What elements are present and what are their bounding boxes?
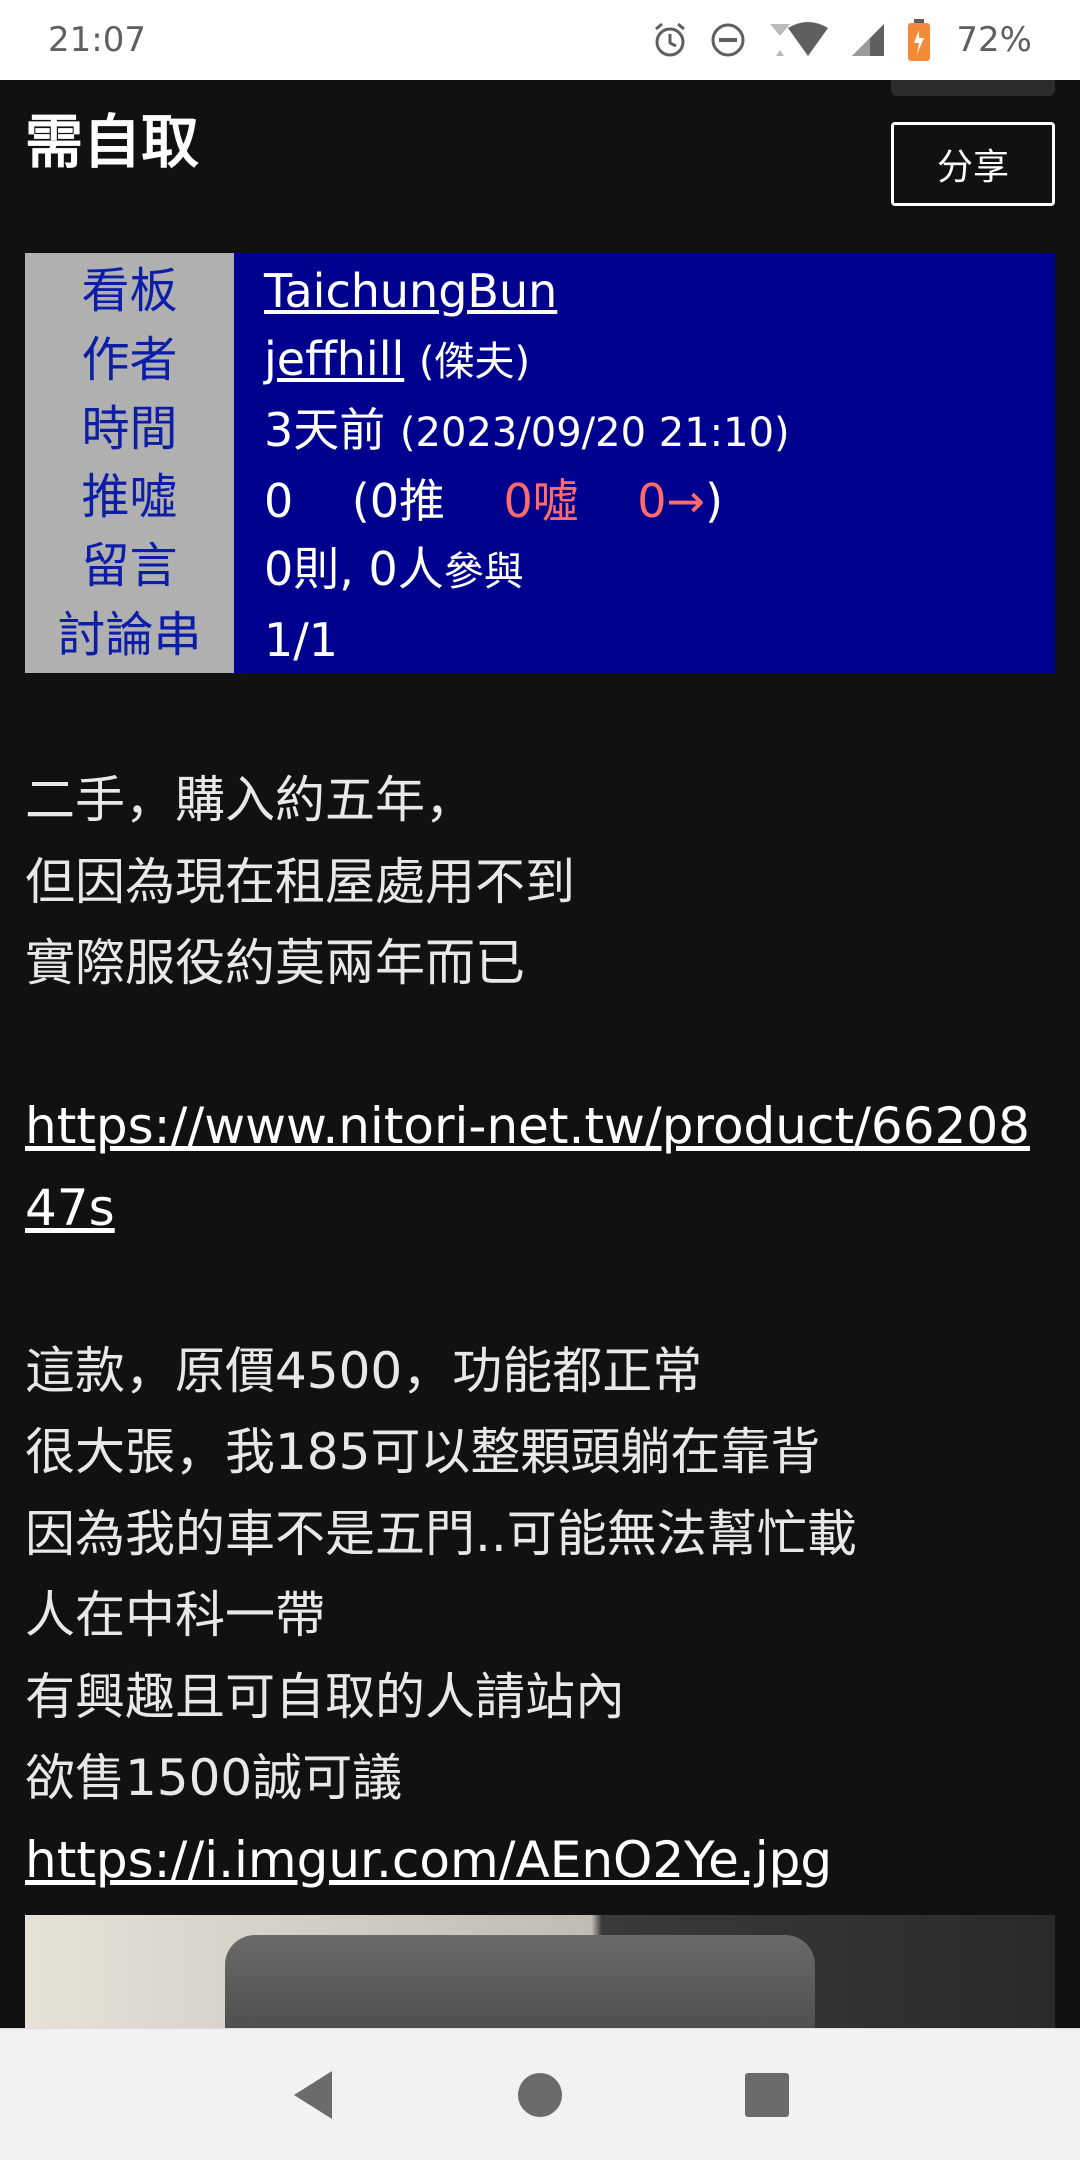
meta-label-time: 時間 (81, 400, 178, 457)
post-line: 實際服役約莫兩年而已 (25, 934, 525, 992)
post-line: 二手，購入約五年， (25, 771, 475, 829)
signal-icon (848, 20, 888, 60)
meta-time: 3天前 (2023/09/20 21:10) (264, 396, 1055, 467)
time-exact: (2023/09/20 21:10) (399, 410, 790, 456)
article-meta-table: 看板 作者 時間 推噓 留言 討論串 TaichungBun jeffhill … (25, 253, 1055, 673)
status-icons: 72% (650, 18, 1032, 62)
battery-percent: 72% (956, 20, 1032, 60)
alarm-icon (650, 20, 690, 60)
product-link[interactable]: https://www.nitori-net.tw/product/662084… (25, 1086, 1060, 1249)
meta-label-score: 推噓 (81, 469, 178, 526)
article-page: 需自取 分享 看板 作者 時間 推噓 留言 討論串 TaichungBun je… (0, 80, 1080, 2028)
post-line: 但因為現在租屋處用不到 (25, 852, 575, 911)
meta-comments: 0則, 0人參與 (264, 535, 1055, 606)
score-total: 0 (264, 474, 294, 528)
push-close: ) (705, 474, 724, 528)
post-line: 這款，原價4500，功能都正常 (25, 1341, 703, 1400)
meta-board: TaichungBun (264, 257, 1055, 325)
do-not-disturb-icon (708, 20, 748, 60)
article-title: 需自取 (25, 108, 200, 176)
chair-photo (225, 1935, 815, 2028)
battery-icon (906, 18, 932, 62)
image-link[interactable]: https://i.imgur.com/AEnO2Ye.jpg (25, 1820, 1060, 1902)
meta-label-author: 作者 (81, 331, 178, 388)
boo-count: 0噓 (503, 474, 579, 528)
post-body: 二手，購入約五年， 但因為現在租屋處用不到 實際服役約莫兩年而已 https:/… (25, 760, 1060, 1901)
meta-label-thread: 討論串 (57, 606, 202, 663)
navigation-bar (0, 2028, 1080, 2160)
meta-values: TaichungBun jeffhill (傑夫) 3天前 (2023/09/2… (234, 253, 1055, 673)
post-line: 人在中科一帶 (25, 1586, 325, 1644)
post-line: 很大張，我185可以整顆頭躺在靠背 (25, 1423, 821, 1481)
post-line: 欲售1500誠可議 (25, 1749, 403, 1807)
back-button[interactable] (268, 2050, 358, 2140)
author-link[interactable]: jeffhill (264, 332, 404, 386)
push-count: (0推 (351, 474, 445, 528)
meta-thread: 1/1 (264, 606, 1055, 674)
wifi-icon (766, 20, 830, 60)
title-row: 需自取 分享 (0, 80, 1080, 255)
thread-position: 1/1 (264, 613, 339, 667)
status-time: 21:07 (48, 20, 146, 60)
board-link[interactable]: TaichungBun (264, 264, 557, 318)
meta-labels: 看板 作者 時間 推噓 留言 討論串 (25, 253, 234, 673)
arrow-count: 0→ (637, 474, 706, 528)
author-nickname: (傑夫) (418, 339, 531, 385)
post-line: 有興趣且可自取的人請站內 (25, 1667, 625, 1726)
comments-count: 0則, 0人 (264, 542, 444, 596)
status-bar: 21:07 72% (0, 0, 1080, 80)
meta-label-board: 看板 (81, 263, 178, 320)
share-button[interactable]: 分享 (891, 122, 1055, 206)
image-preview[interactable] (25, 1915, 1055, 2028)
comments-suffix: 參與 (443, 549, 524, 595)
home-button[interactable] (495, 2050, 585, 2140)
time-relative: 3天前 (264, 403, 386, 457)
top-button-partial[interactable] (891, 80, 1055, 96)
recents-button[interactable] (722, 2050, 812, 2140)
meta-author: jeffhill (傑夫) (264, 325, 1055, 396)
post-line: 因為我的車不是五門..可能無法幫忙載 (25, 1504, 857, 1563)
meta-label-comments: 留言 (81, 537, 178, 594)
meta-score: 0 (0推 0噓 0→) (264, 467, 1055, 535)
